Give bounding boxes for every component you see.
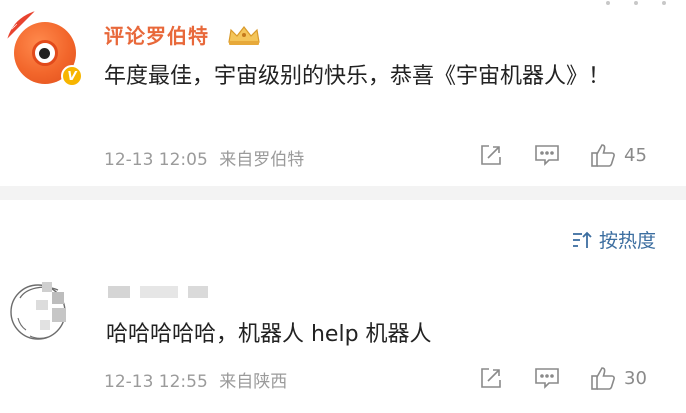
- thumbs-up-icon: [591, 367, 615, 390]
- comment-icon[interactable]: [534, 365, 560, 391]
- like-count: 45: [624, 144, 647, 166]
- comment-username-redacted[interactable]: [108, 286, 208, 298]
- comment-avatar[interactable]: [8, 270, 74, 346]
- like-count: 30: [624, 367, 647, 389]
- sort-icon: [572, 231, 592, 248]
- crown-icon: [228, 26, 260, 45]
- section-divider: [0, 186, 686, 200]
- share-icon[interactable]: [478, 142, 504, 168]
- comment-actions: 30: [478, 365, 647, 391]
- sort-label: 按热度: [598, 230, 656, 252]
- post: 正 V 评论罗伯特 年度最佳，宇宙级别的快乐，恭喜《宇宙机器人》！ 12-13 …: [0, 0, 686, 185]
- sort-by-hot-button[interactable]: 按热度: [571, 226, 656, 253]
- comment-icon[interactable]: [534, 142, 560, 168]
- post-username[interactable]: 评论罗伯特: [104, 20, 209, 49]
- comment-source: 来自陕西: [219, 372, 288, 392]
- comment-text: 哈哈哈哈哈，机器人 help 机器人: [106, 322, 432, 347]
- verified-badge-icon: V: [61, 65, 83, 87]
- post-source: 来自罗伯特: [219, 150, 305, 170]
- like-button[interactable]: 45: [590, 142, 647, 168]
- share-icon[interactable]: [478, 365, 504, 391]
- like-button[interactable]: 30: [590, 365, 647, 391]
- post-actions: 45: [478, 142, 647, 168]
- post-meta: 12-13 12:05 来自罗伯特: [104, 145, 304, 170]
- post-timestamp: 12-13 12:05: [104, 150, 208, 170]
- comment-meta: 12-13 12:55 来自陕西: [104, 367, 287, 392]
- post-text: 年度最佳，宇宙级别的快乐，恭喜《宇宙机器人》！: [104, 64, 611, 89]
- thumbs-up-icon: [591, 144, 615, 167]
- comment-timestamp: 12-13 12:55: [104, 372, 208, 392]
